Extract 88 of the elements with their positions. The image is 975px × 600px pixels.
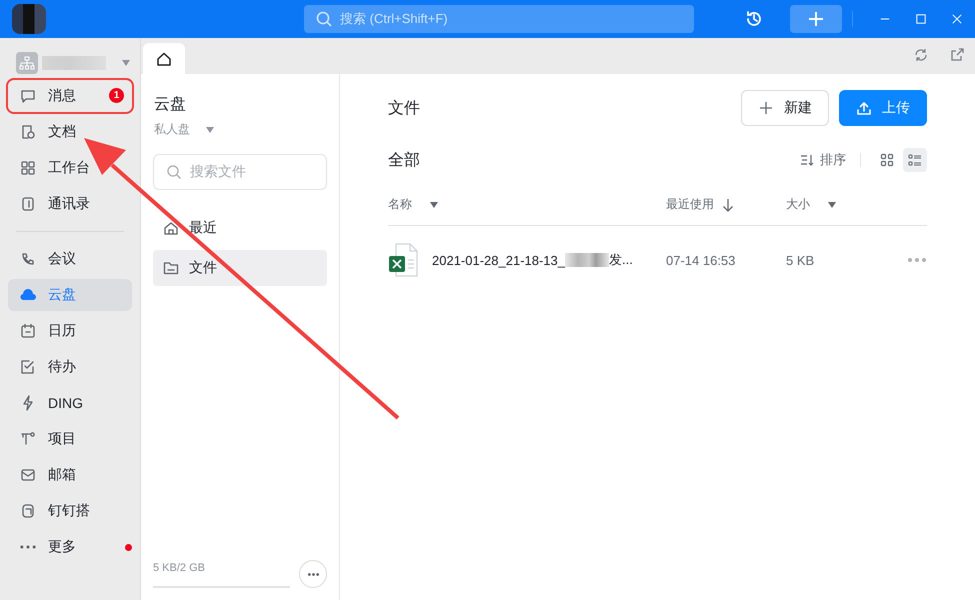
sidebar-item[interactable]: 项目 — [8, 423, 132, 455]
house-icon — [163, 220, 179, 236]
sidebar-label: 通讯录 — [48, 195, 90, 213]
blurred-text — [565, 253, 609, 267]
more-button[interactable] — [299, 560, 327, 588]
sidebar-item[interactable]: 日历 — [8, 315, 132, 347]
app-icon — [20, 503, 36, 519]
drive-title: 云盘 — [154, 95, 187, 115]
upload-button[interactable]: 上传 — [839, 90, 927, 126]
sidebar-label: 云盘 — [48, 286, 76, 304]
phone-icon — [20, 251, 36, 267]
sidebar-label: 文档 — [48, 123, 76, 141]
sidebar-item[interactable]: 邮箱 — [8, 459, 132, 491]
sort-down-icon — [720, 196, 736, 212]
sidebar-label: 会议 — [48, 250, 76, 268]
close-icon[interactable] — [950, 12, 964, 26]
drive-nav-item[interactable]: 文件 — [153, 250, 327, 286]
external-window-icon[interactable] — [949, 47, 965, 63]
file-name[interactable]: 发... — [609, 251, 633, 269]
column-header[interactable]: 大小 — [786, 196, 836, 213]
sidebar-item[interactable]: 消息 1 — [8, 80, 132, 112]
spreadsheet-file-icon — [388, 243, 418, 277]
file-size: 5 KB — [786, 252, 816, 268]
drive-nav-item[interactable]: 最近 — [153, 210, 327, 246]
sidebar-label: 消息 — [48, 87, 76, 105]
column-header[interactable]: 名称 — [388, 196, 438, 213]
mail-icon — [20, 467, 36, 483]
drive-nav-label: 最近 — [189, 219, 217, 237]
grid-icon — [20, 160, 36, 176]
sidebar-item[interactable]: 待办 — [8, 351, 132, 383]
sidebar-item[interactable]: 通讯录 — [8, 188, 132, 220]
home-tab[interactable] — [143, 43, 185, 74]
grid-icon — [879, 152, 895, 168]
storage-usage: 5 KB/2 GB — [153, 562, 206, 574]
caret-icon — [206, 126, 214, 132]
sidebar-item[interactable]: 文档 — [8, 116, 132, 148]
more-icon — [20, 545, 36, 549]
house-icon — [156, 50, 172, 66]
section-title: 全部 — [388, 150, 421, 170]
plus-icon — [806, 9, 826, 29]
sidebar-label: 项目 — [48, 430, 76, 448]
search-icon — [314, 9, 334, 29]
chat-bubble-icon — [20, 88, 36, 104]
sidebar-label: 邮箱 — [48, 466, 76, 484]
add-button[interactable] — [790, 5, 842, 33]
sidebar-label: 工作台 — [48, 159, 90, 177]
sidebar-item[interactable]: 会议 — [8, 243, 132, 275]
project-icon — [20, 431, 36, 447]
drive-nav-label: 文件 — [189, 259, 217, 277]
avatar[interactable] — [12, 4, 46, 34]
file-name[interactable]: 2021-01-28_21-18-13_ — [432, 252, 565, 268]
sidebar-label: 日历 — [48, 322, 76, 340]
sidebar-label: 更多 — [48, 538, 76, 556]
sort-button[interactable]: 排序 — [800, 151, 846, 169]
folder-icon — [163, 260, 179, 276]
refresh-icon[interactable] — [913, 47, 929, 63]
last-used-time: 07-14 16:53 — [666, 252, 736, 268]
list-icon — [907, 152, 923, 168]
sidebar-item[interactable]: 钉钉搭 — [8, 495, 132, 527]
search-placeholder: 搜索 (Ctrl+Shift+F) — [340, 10, 448, 28]
checkbox-icon — [20, 359, 36, 375]
plus-icon — [758, 100, 774, 116]
maximize-icon[interactable] — [914, 12, 928, 26]
sort-icon — [800, 152, 816, 168]
sidebar-label: DING — [48, 395, 83, 411]
unread-badge: 1 — [109, 88, 124, 103]
calendar-icon — [20, 323, 36, 339]
list-view-button[interactable] — [903, 148, 927, 172]
sidebar-item[interactable]: 工作台 — [8, 152, 132, 184]
history-icon[interactable] — [744, 9, 764, 29]
column-header[interactable]: 最近使用 — [666, 196, 736, 213]
sidebar-item[interactable]: DING — [8, 387, 132, 419]
page-title: 文件 — [388, 98, 421, 118]
caret-icon — [430, 202, 438, 208]
document-icon — [20, 124, 36, 140]
upload-icon — [856, 100, 872, 116]
sidebar-label: 钉钉搭 — [48, 502, 90, 520]
sidebar-item[interactable]: 更多 — [8, 531, 132, 563]
caret-icon — [828, 202, 836, 208]
search-icon — [166, 164, 182, 180]
cloud-icon — [20, 287, 36, 303]
sidebar-label: 待办 — [48, 358, 76, 376]
blurred-text — [42, 56, 106, 70]
search-placeholder: 搜索文件 — [190, 163, 246, 181]
new-button[interactable]: 新建 — [741, 90, 829, 126]
more-icon — [308, 572, 318, 576]
address-book-icon — [20, 196, 36, 212]
caret-icon — [122, 60, 130, 66]
